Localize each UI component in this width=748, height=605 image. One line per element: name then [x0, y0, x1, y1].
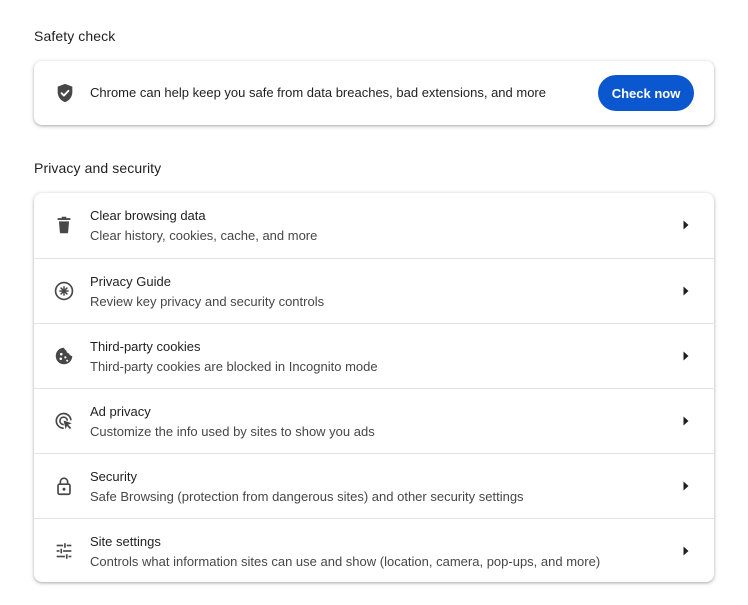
tune-icon — [53, 540, 75, 562]
privacy-guide-row[interactable]: Privacy Guide Review key privacy and sec… — [34, 258, 714, 324]
safety-check-card: Chrome can help keep you safe from data … — [34, 61, 714, 125]
row-subtitle: Customize the info used by sites to show… — [90, 424, 375, 439]
security-row[interactable]: Security Safe Browsing (protection from … — [34, 453, 714, 519]
third-party-cookies-row[interactable]: Third-party cookies Third-party cookies … — [34, 323, 714, 389]
arrow-right-icon — [682, 351, 690, 361]
privacy-security-heading: Privacy and security — [34, 160, 162, 176]
row-title: Privacy Guide — [90, 274, 171, 289]
row-subtitle: Review key privacy and security controls — [90, 294, 325, 309]
privacy-guide-icon — [53, 280, 75, 302]
safety-check-description: Chrome can help keep you safe from data … — [90, 85, 546, 100]
lock-icon — [53, 475, 75, 497]
safety-check-heading: Safety check — [34, 28, 116, 44]
row-title: Clear browsing data — [90, 208, 206, 223]
ad-privacy-icon — [53, 410, 75, 432]
site-settings-row[interactable]: Site settings Controls what information … — [34, 518, 714, 584]
row-title: Third-party cookies — [90, 339, 201, 354]
shield-check-icon — [54, 82, 76, 104]
arrow-right-icon — [682, 481, 690, 491]
cookie-icon — [53, 345, 75, 367]
arrow-right-icon — [682, 416, 690, 426]
row-title: Site settings — [90, 534, 161, 549]
arrow-right-icon — [682, 546, 690, 556]
row-title: Security — [90, 469, 137, 484]
row-subtitle: Safe Browsing (protection from dangerous… — [90, 489, 524, 504]
row-subtitle: Controls what information sites can use … — [90, 554, 601, 569]
arrow-right-icon — [682, 220, 690, 230]
privacy-security-card: Clear browsing data Clear history, cooki… — [34, 193, 714, 582]
arrow-right-icon — [682, 286, 690, 296]
check-now-button[interactable]: Check now — [598, 75, 694, 111]
ad-privacy-row[interactable]: Ad privacy Customize the info used by si… — [34, 388, 714, 454]
trash-icon — [53, 214, 75, 236]
row-title: Ad privacy — [90, 404, 151, 419]
clear-browsing-data-row[interactable]: Clear browsing data Clear history, cooki… — [34, 193, 714, 258]
row-subtitle: Clear history, cookies, cache, and more — [90, 228, 318, 243]
row-subtitle: Third-party cookies are blocked in Incog… — [90, 359, 378, 374]
